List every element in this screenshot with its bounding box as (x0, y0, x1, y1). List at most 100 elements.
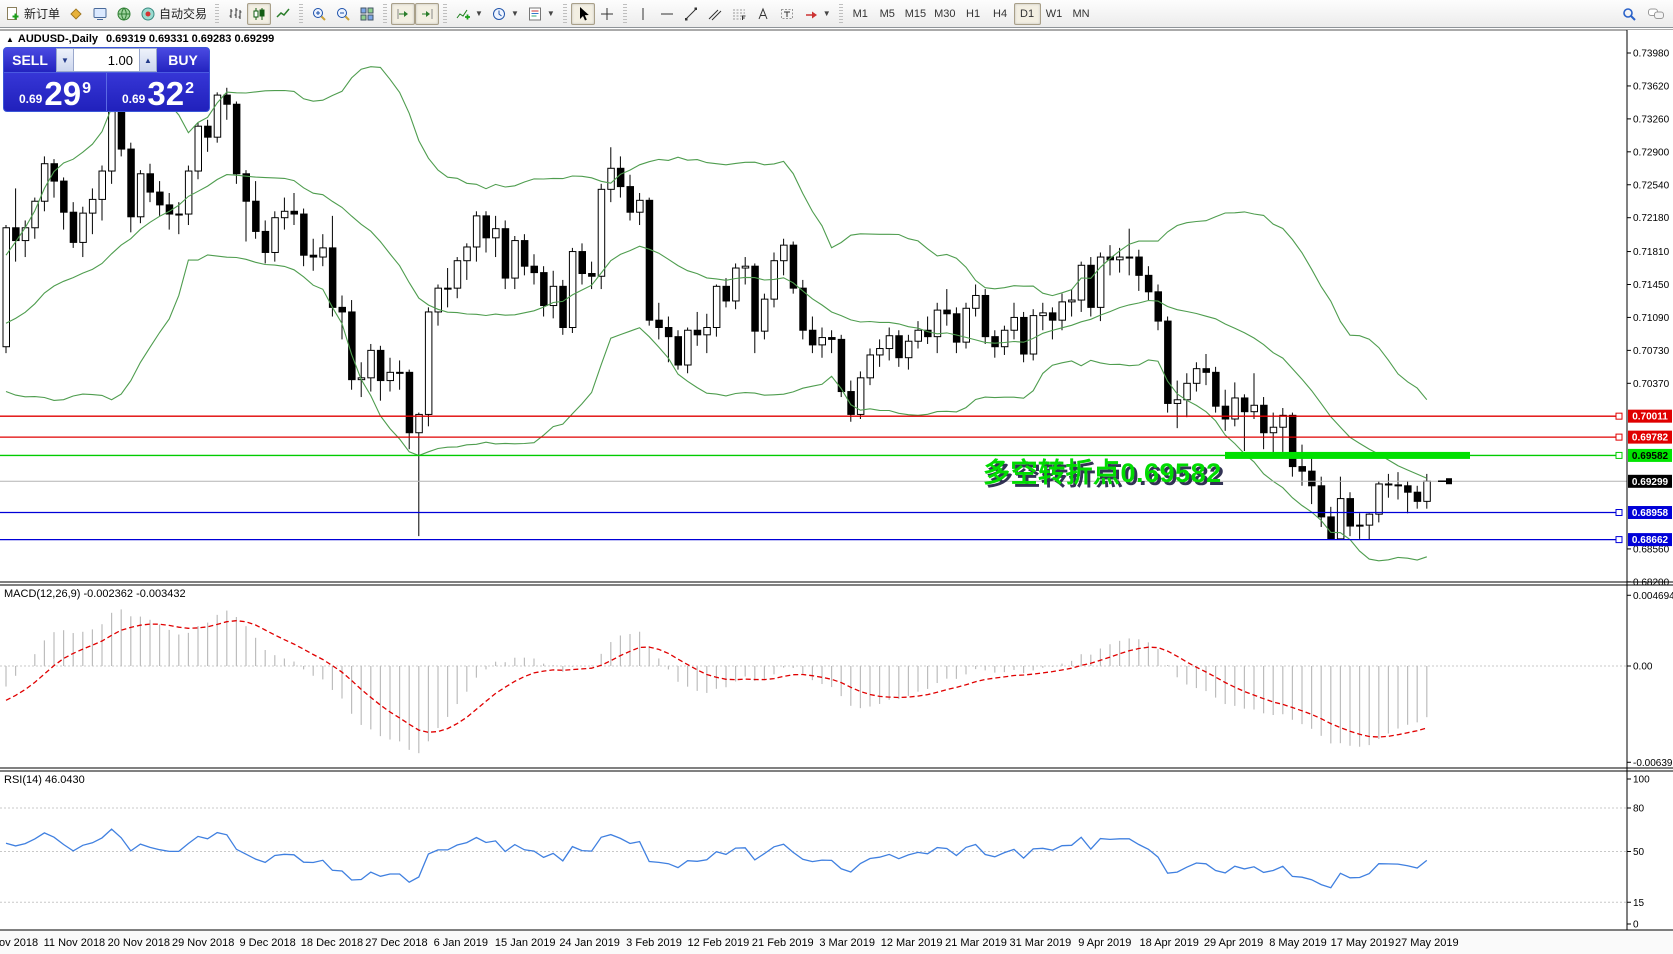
styler-button[interactable] (64, 3, 88, 25)
timeframe-M5[interactable]: M5 (874, 3, 901, 25)
auto-scroll-icon (397, 8, 409, 19)
svg-text:0: 0 (1633, 920, 1639, 931)
vertical-line-icon (642, 7, 644, 20)
svg-text:3 Mar 2019: 3 Mar 2019 (819, 937, 875, 949)
svg-text:17 May 2019: 17 May 2019 (1331, 937, 1395, 949)
svg-text:9 Dec 2018: 9 Dec 2018 (239, 937, 295, 949)
svg-text:3 Feb 2019: 3 Feb 2019 (626, 937, 682, 949)
svg-text:0.71810: 0.71810 (1633, 247, 1670, 258)
new-order-button[interactable]: 新订单 (1, 3, 64, 25)
timeframe-MN[interactable]: MN (1068, 3, 1095, 25)
svg-text:20 Nov 2018: 20 Nov 2018 (108, 937, 170, 949)
fibonacci-button[interactable] (727, 3, 751, 25)
tile-windows-button[interactable] (355, 3, 379, 25)
zoom-out-button[interactable] (331, 3, 355, 25)
turning-point-annotation[interactable]: 多空转折点0.69582 (983, 451, 1222, 490)
svg-text:0.71450: 0.71450 (1633, 280, 1670, 291)
svg-text:0.72900: 0.72900 (1633, 147, 1670, 158)
svg-text:29 Apr 2019: 29 Apr 2019 (1204, 937, 1263, 949)
zoom-in-button[interactable] (307, 3, 331, 25)
collapse-arrow-icon[interactable]: ▲ (6, 35, 14, 44)
timeframe-group: M1 M5 M15 M30 H1 H4 D1 W1 MN (847, 2, 1095, 25)
globe-icon (117, 7, 131, 20)
timeframe-H4[interactable]: H4 (987, 3, 1014, 25)
svg-text:0.73980: 0.73980 (1633, 49, 1670, 60)
crosshair-button[interactable] (595, 3, 619, 25)
sell-price-display[interactable]: 0.69 29 9 (4, 73, 107, 111)
dropdown-caret-icon: ▼ (822, 9, 831, 18)
chart-title: ▲ AUDUSD-,Daily 0.69319 0.69331 0.69283 0.… (6, 33, 274, 45)
bar-chart-button[interactable] (223, 3, 247, 25)
timeframe-M1[interactable]: M1 (847, 3, 874, 25)
svg-text:50: 50 (1633, 847, 1645, 858)
equidistant-channel-button[interactable] (703, 3, 727, 25)
timeframe-W1[interactable]: W1 (1041, 3, 1068, 25)
fibonacci-icon (732, 9, 746, 20)
text-button[interactable] (751, 3, 775, 25)
svg-text:12 Feb 2019: 12 Feb 2019 (688, 937, 750, 949)
auto-scroll-button[interactable] (391, 2, 416, 25)
trendline-button[interactable] (679, 3, 703, 25)
arrows-button[interactable]: ▼ (799, 3, 835, 25)
svg-text:6 Jan 2019: 6 Jan 2019 (434, 937, 488, 949)
monitor-icon (93, 7, 107, 20)
svg-text:29 Nov 2018: 29 Nov 2018 (172, 937, 234, 949)
bar-chart-icon (229, 7, 242, 19)
candlestick-chart-button[interactable] (247, 2, 272, 25)
toolbar-grip (562, 3, 567, 24)
autotrading-button[interactable]: 自动交易 (136, 3, 211, 25)
timeframe-M15[interactable]: M15 (901, 3, 930, 25)
price-label-0.69782: 0.69782 (1628, 430, 1672, 444)
volume-increase-button[interactable]: ▲ (139, 48, 157, 72)
text-label-icon (780, 8, 793, 19)
sell-button[interactable]: SELL (4, 48, 56, 72)
data-window-button[interactable] (88, 3, 112, 25)
buy-price-display[interactable]: 0.69 32 2 (107, 73, 209, 111)
svg-text:0.70730: 0.70730 (1633, 346, 1670, 357)
timeframe-D1[interactable]: D1 (1013, 2, 1041, 25)
line-chart-button[interactable] (271, 3, 295, 25)
chart-shift-button[interactable] (415, 2, 440, 25)
chart-canvas[interactable]: 0.73980 0.73620 0.73260 0.72900 0.72540 0.721… (0, 0, 1673, 954)
svg-text:0.73620: 0.73620 (1633, 81, 1670, 92)
rsi-label: RSI(14) 46.0430 (4, 774, 85, 786)
buy-button[interactable]: BUY (157, 48, 209, 72)
price-label-0.69582: 0.69582 (1628, 448, 1672, 462)
chat-icon[interactable] (1647, 6, 1665, 22)
indicators-button[interactable]: ▼ (451, 3, 487, 25)
toolbar-grip (215, 3, 220, 24)
svg-text:18 Apr 2019: 18 Apr 2019 (1140, 937, 1199, 949)
toolbar-grip (383, 3, 388, 24)
macd-label: MACD(12,26,9) -0.002362 -0.003432 (4, 588, 186, 600)
autotrading-icon (141, 7, 155, 20)
text-label-button[interactable] (775, 3, 799, 25)
search-icon[interactable] (1621, 6, 1637, 22)
chart-background (0, 28, 1673, 954)
sell-price-pip: 9 (82, 80, 91, 97)
trendline-icon (684, 7, 697, 20)
signals-button[interactable] (112, 3, 136, 25)
svg-text:21 Feb 2019: 21 Feb 2019 (752, 937, 814, 949)
date-axis-labels[interactable]: 1 Nov 2018 11 Nov 201820 Nov 201829 Nov 2… (0, 937, 1459, 949)
svg-text:11 Nov 2018: 11 Nov 2018 (44, 937, 106, 949)
timeframe-H1[interactable]: H1 (960, 3, 987, 25)
clock-icon (492, 7, 505, 20)
volume-decrease-button[interactable]: ▼ (56, 48, 74, 72)
templates-button[interactable]: ▼ (523, 3, 559, 25)
svg-text:0.71090: 0.71090 (1633, 313, 1670, 324)
svg-text:0.72180: 0.72180 (1633, 213, 1670, 224)
timeframe-M30[interactable]: M30 (930, 3, 959, 25)
periods-button[interactable]: ▼ (487, 3, 523, 25)
cursor-button[interactable] (570, 2, 595, 25)
turning-point-highlight-segment[interactable] (1225, 451, 1470, 459)
indicators-icon (456, 9, 471, 19)
sell-price-prefix: 0.69 (19, 92, 43, 106)
buy-price-pip: 2 (185, 80, 194, 97)
svg-text:12 Mar 2019: 12 Mar 2019 (881, 937, 943, 949)
price-label-0.68958: 0.68958 (1628, 506, 1672, 520)
horizontal-line-button[interactable] (655, 3, 679, 25)
vertical-line-button[interactable] (631, 3, 655, 25)
svg-text:8 May 2019: 8 May 2019 (1269, 937, 1326, 949)
svg-text:0.69582: 0.69582 (1632, 451, 1669, 462)
svg-text:0.73260: 0.73260 (1633, 114, 1670, 125)
